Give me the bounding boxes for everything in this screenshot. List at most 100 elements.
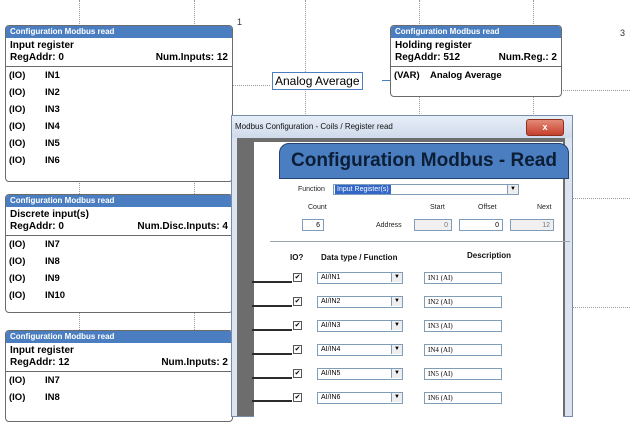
description-input[interactable]: IN4 (AI) bbox=[424, 344, 502, 356]
block-header: Input register RegAddr: 0 Num.Inputs: 12 bbox=[6, 38, 232, 67]
data-type-select[interactable]: AI/IN3 ▼ bbox=[317, 320, 403, 332]
io-name: IN8 bbox=[45, 256, 60, 267]
io-checkbox[interactable]: ✔ bbox=[293, 369, 302, 378]
io-checkbox[interactable]: ✔ bbox=[293, 393, 302, 402]
chevron-down-icon: ▼ bbox=[391, 369, 402, 378]
io-row[interactable]: (IO) IN1 bbox=[6, 67, 232, 84]
register-type: Input register bbox=[10, 40, 74, 51]
io-checkbox[interactable]: ✔ bbox=[293, 297, 302, 306]
data-type-select[interactable]: AI/IN6 ▼ bbox=[317, 392, 403, 404]
divider bbox=[270, 241, 570, 242]
io-row[interactable]: (IO) IN8 bbox=[6, 389, 232, 406]
block-title: Configuration Modbus read bbox=[6, 331, 232, 343]
io-row[interactable]: (IO) IN6 bbox=[6, 152, 232, 169]
io-checkbox[interactable]: ✔ bbox=[293, 321, 302, 330]
function-select[interactable]: Input Register(s) ▼ bbox=[333, 184, 519, 195]
io-connector bbox=[252, 353, 292, 355]
modbus-read-block[interactable]: Configuration Modbus read Holding regist… bbox=[390, 25, 562, 97]
io-row[interactable]: (IO) IN8 bbox=[6, 253, 232, 270]
canvas-guide bbox=[560, 90, 630, 91]
chevron-down-icon: ▼ bbox=[391, 345, 402, 354]
io-name: Analog Average bbox=[430, 70, 502, 81]
io-row[interactable]: (IO) IN10 bbox=[6, 287, 232, 304]
io-tag: (IO) bbox=[9, 375, 26, 386]
io-connector bbox=[252, 305, 292, 307]
io-row[interactable]: (IO) IN5 bbox=[6, 135, 232, 152]
register-count: Num.Reg.: 2 bbox=[498, 52, 557, 63]
close-button[interactable]: x bbox=[526, 119, 564, 136]
io-checkbox[interactable]: ✔ bbox=[293, 345, 302, 354]
data-type-value: AI/IN1 bbox=[321, 274, 341, 281]
analog-average-tag[interactable]: Analog Average bbox=[272, 72, 363, 90]
description-input[interactable]: IN6 (AI) bbox=[424, 392, 502, 404]
description-input[interactable]: IN5 (AI) bbox=[424, 368, 502, 380]
canvas-guide bbox=[232, 85, 270, 86]
block-header: Holding register RegAddr: 512 Num.Reg.: 2 bbox=[391, 38, 561, 67]
register-count: Num.Disc.Inputs: 4 bbox=[137, 221, 228, 232]
io-tag: (IO) bbox=[9, 239, 26, 250]
modbus-read-block[interactable]: Configuration Modbus read Input register… bbox=[5, 330, 233, 422]
register-address: RegAddr: 12 bbox=[10, 357, 70, 368]
chevron-down-icon: ▼ bbox=[391, 393, 402, 402]
io-connector bbox=[252, 329, 292, 331]
count-input[interactable]: 6 bbox=[302, 219, 324, 231]
data-type-value: AI/IN2 bbox=[321, 298, 341, 305]
register-address: RegAddr: 512 bbox=[395, 52, 461, 63]
io-tag: (IO) bbox=[9, 87, 26, 98]
start-input: 0 bbox=[414, 219, 452, 231]
start-label: Start bbox=[430, 204, 445, 211]
io-row[interactable]: (IO) IN9 bbox=[6, 270, 232, 287]
register-type: Input register bbox=[10, 345, 74, 356]
description-input[interactable]: IN3 (AI) bbox=[424, 320, 502, 332]
io-row[interactable]: (IO) IN4 bbox=[6, 118, 232, 135]
data-type-select[interactable]: AI/IN4 ▼ bbox=[317, 344, 403, 356]
sheet-number: 1 bbox=[237, 17, 243, 27]
data-type-select[interactable]: AI/IN5 ▼ bbox=[317, 368, 403, 380]
data-type-select[interactable]: AI/IN1 ▼ bbox=[317, 272, 403, 284]
chevron-down-icon: ▼ bbox=[507, 185, 518, 194]
data-type-value: AI/IN6 bbox=[321, 394, 341, 401]
io-connector bbox=[252, 281, 292, 283]
offset-label: Offset bbox=[478, 204, 497, 211]
canvas-guide bbox=[570, 307, 630, 308]
description-column-header: Description bbox=[467, 251, 512, 260]
io-row[interactable]: (IO) IN2 bbox=[6, 84, 232, 101]
type-column-header: Data type / Function bbox=[321, 253, 398, 262]
block-title: Configuration Modbus read bbox=[6, 26, 232, 38]
dialog-title: Modbus Configuration - Coils / Register … bbox=[232, 116, 572, 138]
modbus-read-block[interactable]: Configuration Modbus read Input register… bbox=[5, 25, 233, 182]
block-header: Discrete input(s) RegAddr: 0 Num.Disc.Inp… bbox=[6, 207, 232, 236]
io-name: IN6 bbox=[45, 155, 60, 166]
io-row[interactable]: (IO) IN7 bbox=[6, 236, 232, 253]
block-header: Input register RegAddr: 12 Num.Inputs: 2 bbox=[6, 343, 232, 372]
register-type: Holding register bbox=[395, 40, 472, 51]
io-name: IN9 bbox=[45, 273, 60, 284]
io-name: IN3 bbox=[45, 104, 60, 115]
io-row[interactable]: (IO) IN3 bbox=[6, 101, 232, 118]
register-address: RegAddr: 0 bbox=[10, 221, 64, 232]
next-input: 12 bbox=[510, 219, 554, 231]
function-value: Input Register(s) bbox=[335, 185, 391, 194]
block-title: Configuration Modbus read bbox=[6, 195, 232, 207]
io-name: IN7 bbox=[45, 375, 60, 386]
register-count: Num.Inputs: 2 bbox=[161, 357, 228, 368]
io-name: IN8 bbox=[45, 392, 60, 403]
chevron-down-icon: ▼ bbox=[391, 297, 402, 306]
data-type-select[interactable]: AI/IN2 ▼ bbox=[317, 296, 403, 308]
register-type: Discrete input(s) bbox=[10, 209, 89, 220]
io-tag: (IO) bbox=[9, 290, 26, 301]
block-title: Configuration Modbus read bbox=[391, 26, 561, 38]
io-row[interactable]: (IO) IN7 bbox=[6, 372, 232, 389]
description-input[interactable]: IN2 (AI) bbox=[424, 296, 502, 308]
offset-input[interactable]: 0 bbox=[459, 219, 503, 231]
io-name: IN4 bbox=[45, 121, 60, 132]
description-input[interactable]: IN1 (AI) bbox=[424, 272, 502, 284]
register-address: RegAddr: 0 bbox=[10, 52, 64, 63]
sheet-number: 3 bbox=[620, 28, 626, 38]
io-checkbox[interactable]: ✔ bbox=[293, 273, 302, 282]
address-label: Address bbox=[376, 222, 402, 229]
io-row[interactable]: (VAR) Analog Average bbox=[391, 67, 561, 84]
modbus-read-block[interactable]: Configuration Modbus read Discrete input… bbox=[5, 194, 233, 313]
function-label: Function bbox=[298, 186, 325, 193]
canvas-guide bbox=[570, 198, 630, 199]
